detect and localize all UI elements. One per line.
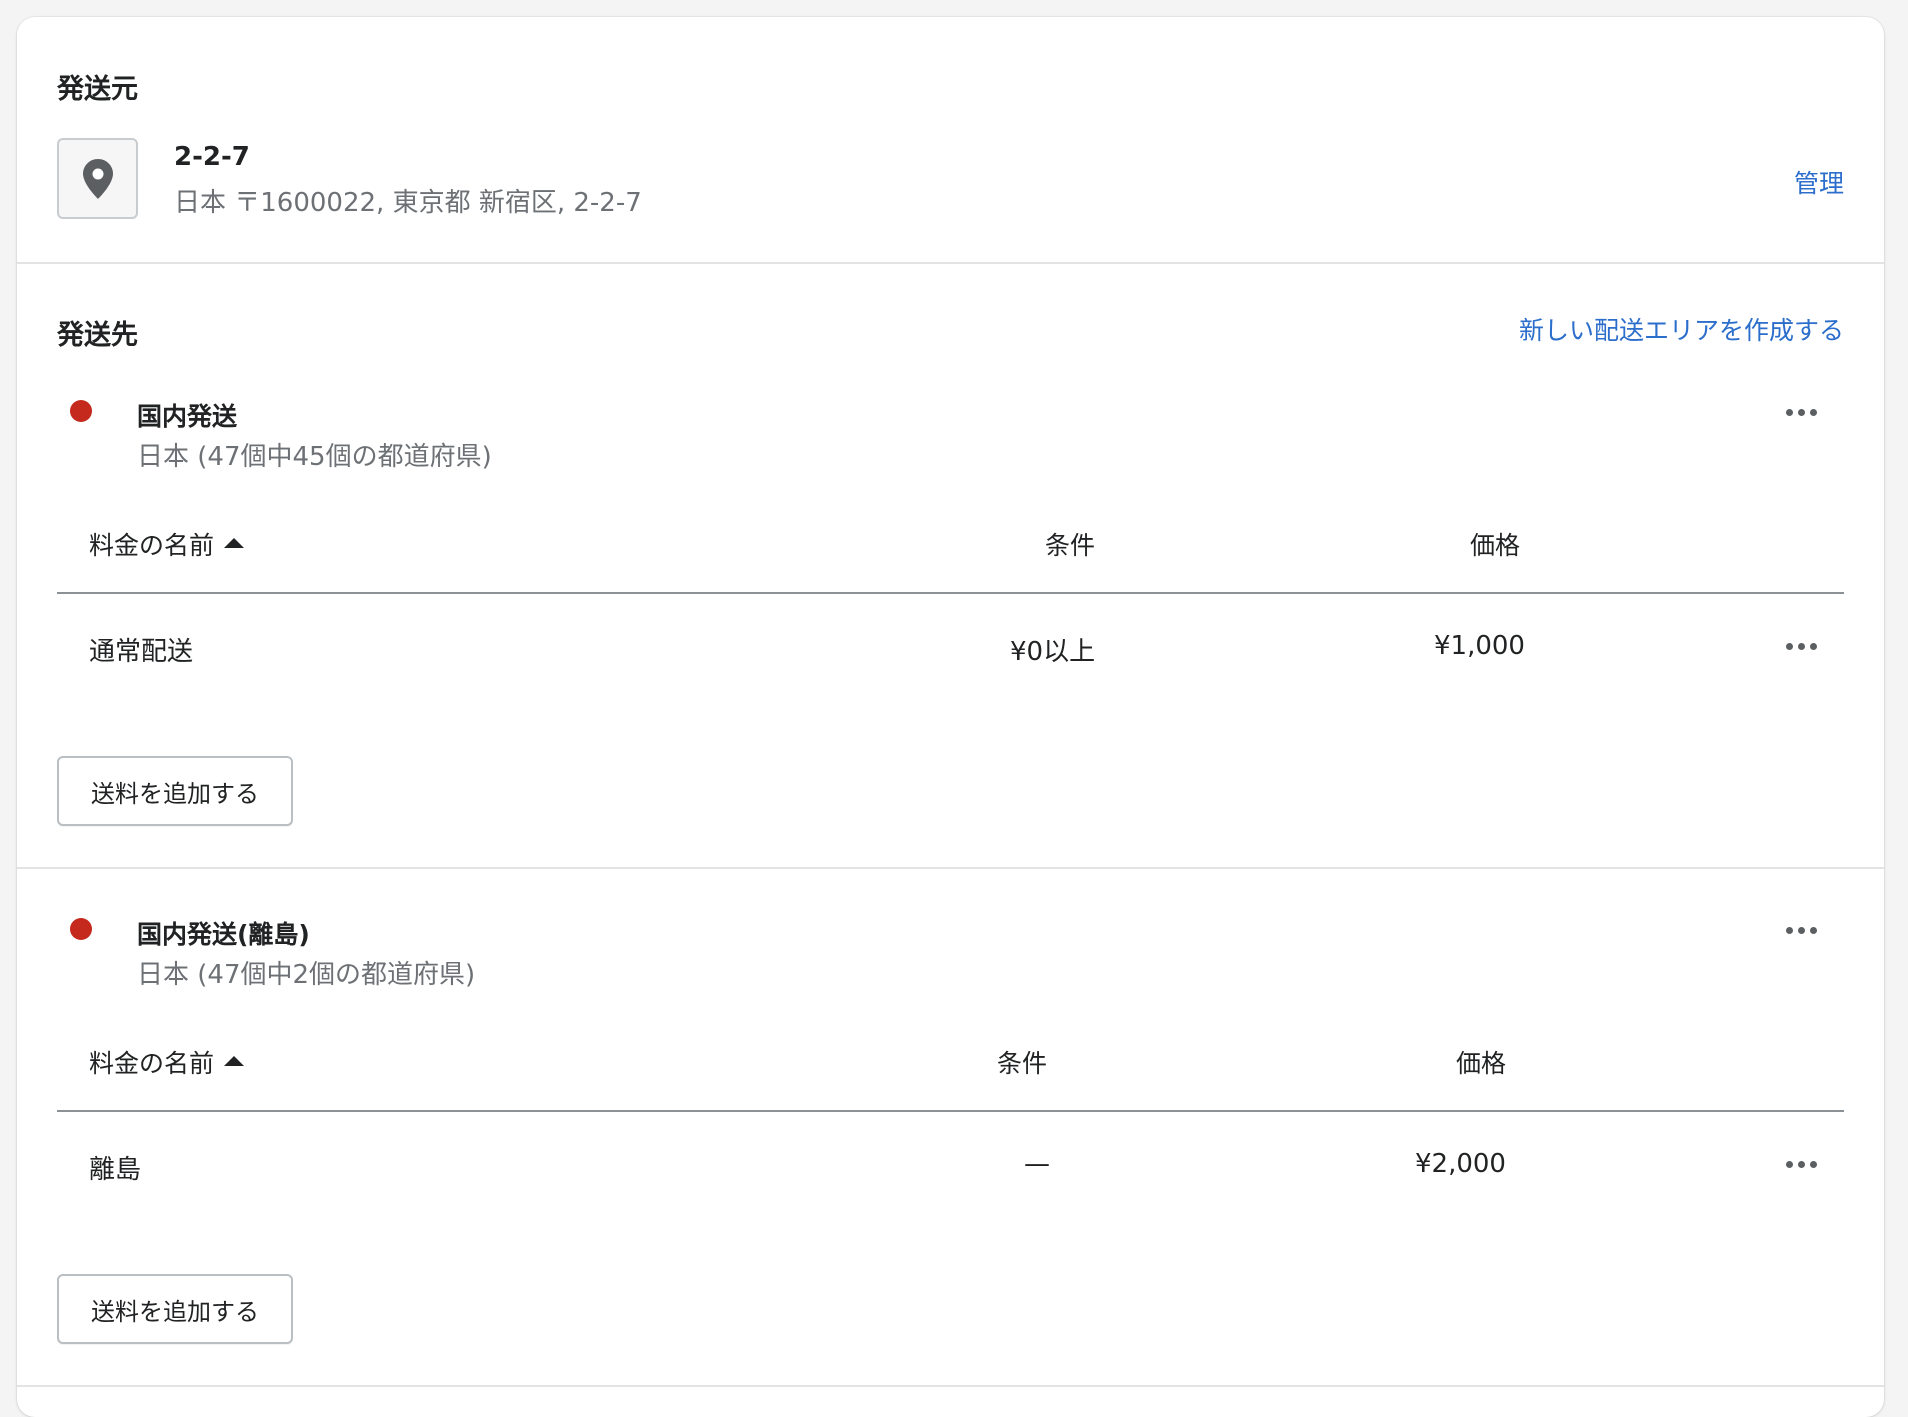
dot [1785, 408, 1793, 416]
dot [1785, 642, 1793, 650]
sort-ascending-icon[interactable] [224, 1056, 245, 1066]
rate-condition: — [1024, 1149, 1050, 1179]
rate-condition: ¥0以上 [1010, 637, 1096, 667]
dot [1797, 408, 1805, 416]
dot [1797, 926, 1805, 934]
dot [1809, 408, 1817, 416]
dot [1797, 1160, 1805, 1168]
column-header-price: 価格 [1456, 1049, 1507, 1078]
location-address: 日本 〒1600022, 東京都 新宿区, 2-2-7 [174, 188, 642, 218]
location-pin-icon [82, 158, 113, 199]
add-rate-button[interactable]: 送料を追加する [57, 1274, 293, 1344]
column-header-rate-name[interactable]: 料金の名前 [89, 1044, 245, 1080]
zone-more-actions-button[interactable] [1776, 397, 1826, 427]
zone-more-actions-button[interactable] [1776, 915, 1826, 945]
rate-price: ¥2,000 [1415, 1149, 1506, 1179]
add-rate-button[interactable]: 送料を追加する [57, 756, 293, 826]
zone-status-dot [70, 400, 92, 422]
column-header-rate-name[interactable]: 料金の名前 [89, 526, 245, 562]
column-header-rate-name-label: 料金の名前 [89, 1049, 215, 1078]
destination-section-title: 発送先 [57, 320, 138, 351]
table-header-rule [57, 1110, 1844, 1112]
zone-name: 国内発送(離島) [137, 920, 310, 949]
rate-name: 通常配送 [89, 637, 194, 667]
origin-section-title: 発送元 [57, 74, 138, 105]
dot [1785, 926, 1793, 934]
zone-status-dot [70, 918, 92, 940]
dot [1809, 642, 1817, 650]
column-header-price: 価格 [1470, 531, 1521, 560]
dot [1809, 926, 1817, 934]
dot [1785, 1160, 1793, 1168]
rate-name: 離島 [89, 1155, 142, 1185]
dot [1797, 642, 1805, 650]
column-header-condition: 条件 [997, 1049, 1048, 1078]
zone-name: 国内発送 [137, 402, 238, 431]
zone-region: 日本 (47個中45個の都道府県) [137, 442, 492, 472]
rate-more-actions-button[interactable] [1776, 631, 1826, 661]
column-header-condition: 条件 [1045, 531, 1096, 560]
section-divider [17, 262, 1884, 264]
zone-region: 日本 (47個中2個の都道府県) [137, 960, 476, 990]
rate-more-actions-button[interactable] [1776, 1149, 1826, 1179]
create-shipping-zone-link[interactable]: 新しい配送エリアを作成する [1519, 311, 1844, 347]
manage-location-link[interactable]: 管理 [1794, 164, 1844, 200]
zone-divider [17, 1385, 1884, 1387]
location-icon-box [57, 138, 138, 219]
table-header-rule [57, 592, 1844, 594]
sort-ascending-icon[interactable] [224, 538, 245, 548]
column-header-rate-name-label: 料金の名前 [89, 531, 215, 560]
rate-price: ¥1,000 [1434, 631, 1525, 661]
dot [1809, 1160, 1817, 1168]
zone-divider [17, 867, 1884, 869]
shipping-settings-card: 発送元 2-2-7 日本 〒1600022, 東京都 新宿区, 2-2-7 管理… [17, 17, 1884, 1417]
location-name: 2-2-7 [174, 142, 250, 172]
